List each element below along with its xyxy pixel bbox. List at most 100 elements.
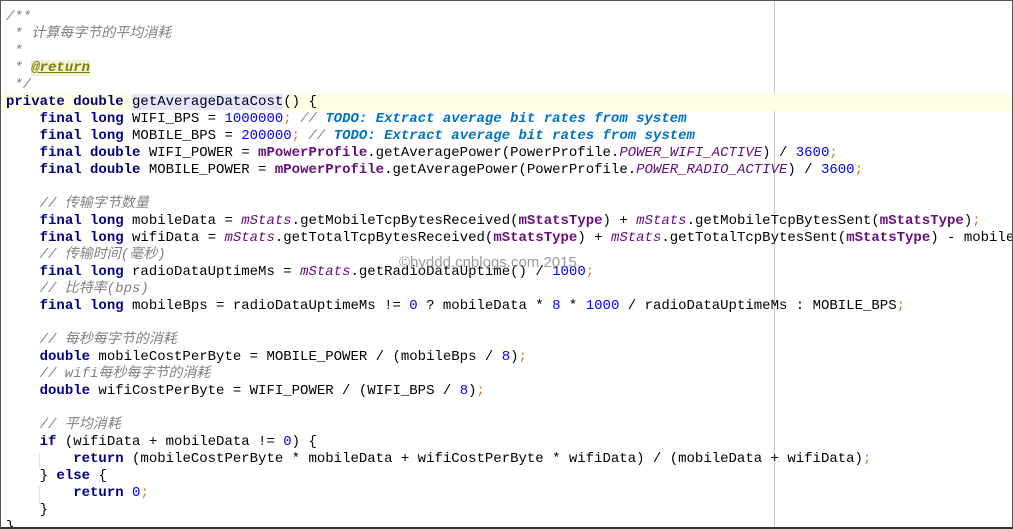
code-line[interactable]: // 传输字节数量 (6, 196, 1012, 213)
code-token: final double (39, 162, 149, 178)
code-token: final long (39, 213, 133, 229)
code-line[interactable]: final double WIFI_POWER = mPowerProfile.… (6, 145, 1012, 162)
code-line[interactable]: * (6, 43, 1012, 60)
code-token: return (73, 485, 133, 501)
code-token: final long (39, 128, 133, 144)
code-token: 200000 (241, 128, 292, 144)
code-token: TODO: Extract average bit rates from sys… (325, 111, 687, 127)
code-token: MOBILE_BPS = (132, 128, 242, 144)
code-token: ? mobileData * (417, 298, 553, 314)
code-token: ) + (577, 230, 611, 246)
code-line[interactable]: // 每秒每字节的消耗 (6, 332, 1012, 349)
code-line-current[interactable]: private double getAverageDataCost() { (1, 94, 1012, 111)
code-token: .getTotalTcpBytesReceived( (274, 230, 494, 246)
code-line[interactable] (6, 179, 1012, 196)
code-line[interactable]: // 平均消耗 (6, 417, 1012, 434)
code-token: 0 (283, 434, 292, 450)
code-token: .getTotalTcpBytesSent( (661, 230, 847, 246)
code-line[interactable]: return 0; (6, 485, 1012, 502)
code-token: mStatsType (846, 230, 931, 246)
code-token: mStatsType (518, 213, 603, 229)
code-line[interactable]: final long mobileBps = radioDataUptimeMs… (6, 298, 1012, 315)
code-line[interactable]: * 计算每字节的平均消耗 (6, 26, 1012, 43)
code-token: ; (829, 145, 838, 161)
code-token: mStatsType (493, 230, 578, 246)
code-token: final long (39, 298, 133, 314)
code-line[interactable]: final long mobileData = mStats.getMobile… (6, 213, 1012, 230)
code-token: .getAveragePower(PowerProfile. (367, 145, 620, 161)
code-token: mobileBps = radioDataUptimeMs != (132, 298, 410, 314)
code-token: 1000 (585, 298, 620, 314)
code-token: ) / (787, 162, 821, 178)
code-token: .getAveragePower(PowerProfile. (384, 162, 637, 178)
code-token: ; (476, 383, 485, 399)
code-token: // 每秒每字节的消耗 (6, 332, 177, 348)
watermark: ©hyddd.cnblogs.com 2015 (399, 254, 577, 271)
code-token: } (6, 502, 49, 518)
code-token: { (98, 468, 107, 484)
code-line[interactable]: // wifi每秒每字节的消耗 (6, 366, 1012, 383)
code-token: * (6, 43, 23, 59)
code-token: mStats (300, 264, 351, 280)
code-line[interactable]: double wifiCostPerByte = WIFI_POWER / (W… (6, 383, 1012, 400)
code-line[interactable]: // 比特率(bps) (6, 281, 1012, 298)
code-token: ; (972, 213, 981, 229)
code-token: 8 (459, 383, 469, 399)
code-token: (wifiData + mobileData != (64, 434, 284, 450)
code-token: ; (585, 264, 595, 280)
code-token: ; (896, 298, 905, 314)
code-editor[interactable]: /** * 计算每字节的平均消耗 * * @return */private d… (0, 0, 1013, 529)
method-name-highlighted: getAverageDataCost (132, 94, 284, 111)
code-token: * 计算每字节的平均消耗 (6, 26, 172, 42)
code-token: POWER_WIFI_ACTIVE (619, 145, 763, 161)
code-token: else (56, 468, 99, 484)
code-token: mobileData = (132, 213, 242, 229)
code-line[interactable]: return (mobileCostPerByte * mobileData +… (6, 451, 1012, 468)
code-token: ; (140, 485, 149, 501)
code-token: .getMobileTcpBytesSent( (686, 213, 880, 229)
code-token: WIFI_BPS = (132, 111, 225, 127)
code-token: (mobileCostPerByte * mobileData + wifiCo… (132, 451, 863, 467)
code-line[interactable]: final long MOBILE_BPS = 200000; // TODO:… (6, 128, 1012, 145)
code-token: ; (862, 451, 872, 467)
code-token: ; (518, 349, 527, 365)
code-line[interactable] (6, 400, 1012, 417)
code-line[interactable]: final double MOBILE_POWER = mPowerProfil… (6, 162, 1012, 179)
code-token: / radioDataUptimeMs : MOBILE_BPS (619, 298, 897, 314)
code-token: // 传输时间(毫秒) (6, 247, 166, 263)
code-token: mStats (241, 213, 292, 229)
code-token: ) / (762, 145, 796, 161)
code-line[interactable]: final long wifiData = mStats.getTotalTcp… (6, 230, 1012, 247)
code-line[interactable]: * @return (6, 60, 1012, 77)
code-line[interactable]: final long WIFI_BPS = 1000000; // TODO: … (6, 111, 1012, 128)
code-line[interactable]: */ (6, 77, 1012, 94)
code-token: double (39, 349, 99, 365)
code-token: () { (283, 94, 317, 111)
code-token: mobileCostPerByte = MOBILE_POWER / (mobi… (98, 349, 502, 365)
code-token: 0 (409, 298, 418, 314)
code-line[interactable]: /** (6, 9, 1012, 26)
code-line[interactable] (6, 315, 1012, 332)
code-line[interactable]: } else { (6, 468, 1012, 485)
code-token: 8 (552, 298, 561, 314)
code-line[interactable]: } (6, 502, 1012, 519)
code-line[interactable]: if (wifiData + mobileData != 0) { (6, 434, 1012, 451)
code-token: // (291, 111, 326, 127)
code-token: if (39, 434, 65, 450)
code-token: mStats (636, 213, 687, 229)
code-token: TODO: Extract average bit rates from sys… (333, 128, 695, 144)
code-token: */ (6, 77, 32, 93)
code-token: final long (39, 264, 133, 280)
code-token: /** (6, 9, 32, 25)
code-token: * (6, 60, 32, 76)
code-token: ) (963, 213, 973, 229)
code-token: .getMobileTcpBytesReceived( (291, 213, 519, 229)
code-line[interactable]: double mobileCostPerByte = MOBILE_POWER … (6, 349, 1012, 366)
